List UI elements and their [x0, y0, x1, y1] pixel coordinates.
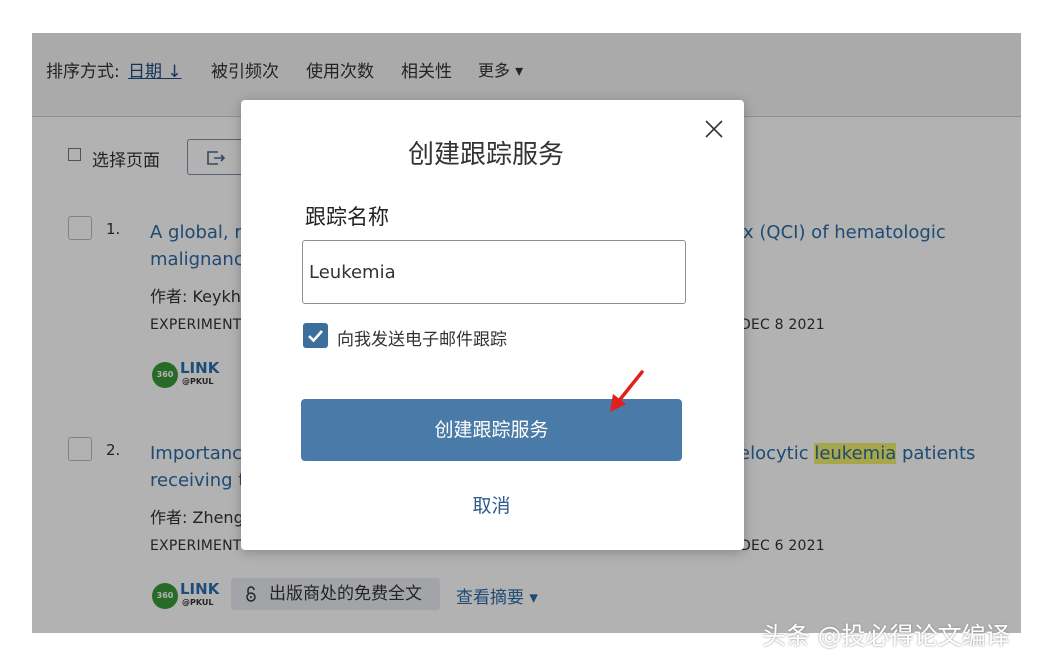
alert-name-input[interactable]: [302, 240, 686, 304]
cancel-link[interactable]: 取消: [241, 491, 742, 518]
create-alert-dialog: 创建跟踪服务 跟踪名称 向我发送电子邮件跟踪 创建跟踪服务 取消: [241, 100, 744, 550]
watermark: 头条 @投必得论文编译: [762, 622, 1010, 650]
dialog-title: 创建跟踪服务: [407, 140, 564, 170]
alert-name-label: 跟踪名称: [305, 205, 389, 229]
screen: 排序方式: 日期 ↓ 被引频次 使用次数 相关性 更多 ▾ 选择页面 1. A …: [0, 0, 1053, 666]
red-arrow-annotation: [610, 370, 644, 412]
checkmark-icon: [308, 330, 323, 343]
email-alert-label: 向我发送电子邮件跟踪: [337, 330, 507, 350]
email-alert-checkbox[interactable]: [303, 323, 328, 348]
